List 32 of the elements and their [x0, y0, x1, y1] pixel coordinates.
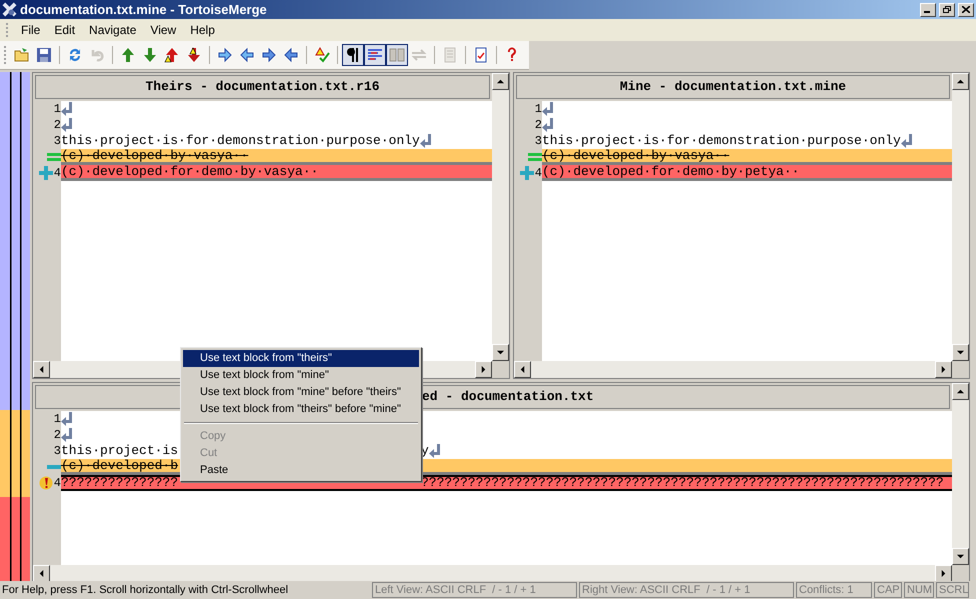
- line-number: 2: [54, 427, 61, 444]
- code-line: (c)·developed·by·vasya··: [61, 147, 248, 165]
- window-title: documentation.txt.mine - TortoiseMerge: [20, 0, 268, 19]
- code-line: (c)·developed·for·demo·by·petya··: [542, 162, 800, 181]
- code-line: this·project·is·for·demonstration·purpose·only: [61, 132, 420, 150]
- code-line: ???????????????: [61, 474, 179, 492]
- code-line: this·project·is: [61, 442, 179, 460]
- code-line: (c)·developed·for·demo·by·vasya··: [61, 162, 318, 181]
- line-number: 1: [54, 101, 61, 118]
- pane-header: Theirs - documentation.txt.r16: [35, 75, 490, 99]
- status-text: For Help, press F1. Scroll horizontally with Ctrl-Scrollwheel: [2, 582, 290, 598]
- code-line: this·project·is·for·demonstration·purpose·only: [542, 132, 901, 150]
- status-pane: Conflicts: 1: [796, 582, 872, 598]
- code-line: ???????????????????????????????????????????????????????????????????: [421, 474, 944, 492]
- code-line: (c)·developed·b: [61, 457, 178, 475]
- code-line: (c)·developed·by·vasya··: [542, 147, 730, 165]
- pane-header: Mine - documentation.txt.mine: [516, 75, 950, 99]
- status-pane: SCRL: [936, 582, 969, 598]
- line-number: 3: [54, 133, 61, 150]
- line-number: 2: [54, 117, 61, 134]
- line-number: 1: [534, 101, 542, 118]
- line-number: 4: [534, 165, 542, 182]
- line-number: 2: [534, 117, 542, 134]
- status-pane: Left View: ASCII CRLF / - 1 / + 1: [372, 582, 577, 598]
- line-number: 4: [54, 165, 61, 182]
- status-pane: Right View: ASCII CRLF / - 1 / + 1: [579, 582, 794, 598]
- line-number: 1: [54, 411, 61, 428]
- line-number: 3: [534, 133, 542, 150]
- line-number: 4: [54, 475, 61, 492]
- status-pane: NUM: [904, 582, 934, 598]
- line-number: 3: [54, 443, 61, 460]
- status-pane: CAP: [874, 582, 902, 598]
